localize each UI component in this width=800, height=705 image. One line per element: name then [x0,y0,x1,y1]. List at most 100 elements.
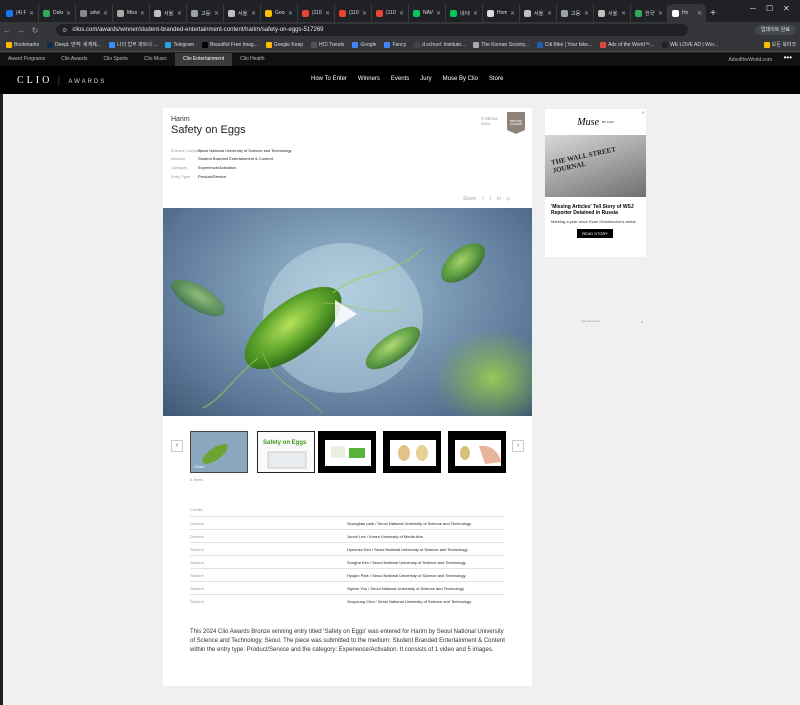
site-info-icon[interactable]: ⚙ [62,27,67,34]
bookmark-item[interactable]: 나의 업무 파트너 ... [108,41,157,48]
credit-row: Student Seoyoung Choi / Seoul National Un… [190,594,505,607]
linkedin-icon[interactable]: in [497,196,501,202]
more-icon[interactable]: ••• [784,53,792,62]
thumb-image-3[interactable] [383,431,441,473]
tab-close-icon[interactable]: ✕ [510,10,515,17]
tab-close-icon[interactable]: ✕ [288,10,293,17]
bookmark-item[interactable]: WE LOVE AD | Wor... [662,41,718,48]
bookmark-item[interactable]: HCI Trends [311,41,344,48]
bookmark-item[interactable]: Bookmarks [6,41,39,48]
main-nav-item[interactable]: Winners [358,76,380,82]
tab-close-icon[interactable]: ✕ [584,10,589,17]
bookmark-item[interactable]: DeepL 번역: 세계제... [47,41,101,48]
main-nav-item[interactable]: Store [489,76,503,82]
muse-ad[interactable]: ✕ Muse BY CLIO THE WALL STREET JOURNAL 'M… [545,109,646,257]
forward-icon[interactable]: → [14,26,28,35]
address-bar[interactable]: ⚙ clios.com/awards/winner/student-brande… [56,24,688,36]
thumb-video[interactable]: Video [190,431,248,473]
tab-close-icon[interactable]: ✕ [399,10,404,17]
play-icon[interactable] [335,300,357,328]
tab-close-icon[interactable]: ✕ [362,10,367,17]
network-nav-item[interactable]: Award Programs [0,53,53,66]
browser-tab[interactable]: (110)✕ [372,4,409,22]
browser-tab[interactable]: (110)✕ [298,4,335,22]
thumb-image-2[interactable] [318,431,376,473]
bookmark-item[interactable]: Beautiful Free Imag... [202,41,258,48]
pinterest-icon[interactable]: p [507,196,510,202]
browser-tab[interactable]: 네이버✕ [446,4,483,22]
network-nav-item[interactable]: Clio Awards [53,53,95,66]
tab-close-icon[interactable]: ✕ [473,10,478,17]
ad-close-icon[interactable]: x [641,319,643,324]
close-window-icon[interactable]: ✕ [783,4,790,13]
main-nav-item[interactable]: Events [391,76,409,82]
tab-close-icon[interactable]: ✕ [103,10,108,17]
tab-close-icon[interactable]: ✕ [658,10,663,17]
minimize-icon[interactable]: ─ [750,4,756,13]
clio-logo[interactable]: CLIO | AWARDS [17,75,106,86]
browser-tab[interactable]: Ho ✕ [668,4,706,22]
tab-close-icon[interactable]: ✕ [140,10,145,17]
carousel-next-icon[interactable]: › [512,440,524,452]
tab-close-icon[interactable]: ✕ [325,10,330,17]
browser-tab[interactable]: 고등학✕ [187,4,224,22]
tab-favicon-icon [302,9,309,17]
back-icon[interactable]: ← [0,26,14,35]
entry-brand: Harim [171,116,190,123]
browser-tab[interactable]: 한국연✕ [631,4,668,22]
thumb-image-1[interactable]: Safety on Eggs [257,431,315,473]
bookmark-favicon-icon [265,41,272,48]
tab-close-icon[interactable]: ✕ [436,10,441,17]
main-nav-item[interactable]: Jury [420,76,431,82]
twitter-icon[interactable]: t [490,196,491,202]
bookmark-item[interactable]: Google [352,41,376,48]
new-tab-icon[interactable]: + [706,4,720,22]
bookmark-item[interactable]: The Korean Society... [473,41,529,48]
bookmark-item[interactable]: Ads of the World™... [600,41,654,48]
network-nav-item[interactable]: Clio Sports [95,53,135,66]
maximize-icon[interactable]: ☐ [766,4,773,13]
tab-close-icon[interactable]: ✕ [251,10,256,17]
browser-tab[interactable]: 서울과✕ [150,4,187,22]
browser-tab[interactable]: NAVER✕ [409,4,446,22]
tab-close-icon[interactable]: ✕ [547,10,552,17]
facebook-icon[interactable]: f [482,196,483,202]
main-nav-item[interactable]: Muse By Clio [443,76,478,82]
browser-tab[interactable]: Googl✕ [261,4,298,22]
main-nav-item[interactable]: How To Enter [311,76,347,82]
browser-tab[interactable]: Home✕ [483,4,520,22]
browser-tab[interactable]: 서울과✕ [520,4,557,22]
browser-tab[interactable]: Missi✕ [113,4,150,22]
tab-close-icon[interactable]: ✕ [214,10,219,17]
tab-close-icon[interactable]: ✕ [697,10,702,17]
tab-close-icon[interactable]: ✕ [621,10,626,17]
browser-tab[interactable]: Duke✕ [39,4,76,22]
browser-tab[interactable]: advisi✕ [76,4,113,22]
tab-close-icon[interactable]: ✕ [29,10,34,17]
network-nav-item[interactable]: Clio Entertainment [174,53,233,66]
browser-tab[interactable]: 고등학✕ [557,4,594,22]
ad-choices-icon[interactable]: ✕ [642,110,645,115]
bookmark-item[interactable]: 모든 북마크 [763,41,796,48]
bookmark-item[interactable]: Fancy [384,41,406,48]
browser-tab[interactable]: 서울과✕ [594,4,631,22]
bookmark-item[interactable]: Telegram [165,41,194,48]
browser-tab[interactable]: (4) Fac✕ [2,4,39,22]
read-story-button[interactable]: READ STORY [577,229,613,238]
carousel-prev-icon[interactable]: ‹ [171,440,183,452]
video-player[interactable] [163,208,532,416]
bookmark-item[interactable]: Google Keep [265,41,303,48]
bookmark-item[interactable]: d.school: Institute... [414,41,465,48]
browser-tab[interactable]: 서울과✕ [224,4,261,22]
bookmark-item[interactable]: Citi Bike | Your bike... [536,41,592,48]
reload-icon[interactable]: ↻ [28,26,42,35]
tab-title: Ho [682,10,689,16]
update-button[interactable]: 업데이트 완료 [755,25,796,35]
tab-close-icon[interactable]: ✕ [177,10,182,17]
tab-close-icon[interactable]: ✕ [66,10,71,17]
network-nav-item[interactable]: Clio Music [136,53,175,66]
thumb-image-4[interactable] [448,431,506,473]
ads-of-the-world-link[interactable]: AdsoftheWorld.com [728,57,772,63]
network-nav-item[interactable]: Clio Health [232,53,272,66]
browser-tab[interactable]: (110)✕ [335,4,372,22]
